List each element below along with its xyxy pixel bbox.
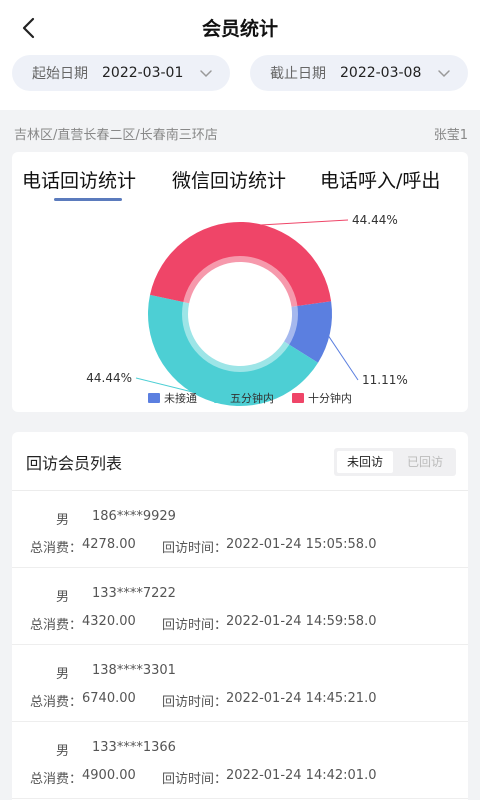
list-title: 回访会员列表 bbox=[26, 454, 123, 473]
chevron-down-icon bbox=[200, 70, 212, 78]
member-gender: 男 bbox=[56, 667, 70, 682]
legend-swatch bbox=[292, 393, 304, 403]
spend-value: 4278.00 bbox=[82, 537, 136, 552]
top-bar: 会员统计 起始日期 2022-03-01 截止日期 2022-03-08 bbox=[0, 0, 480, 110]
legend-label: 未接通 bbox=[164, 392, 197, 405]
member-gender: 男 bbox=[56, 744, 70, 759]
spend-label: 总消费： bbox=[30, 695, 83, 710]
visit-time-value: 2022-01-24 14:42:01.0 bbox=[226, 768, 377, 783]
visit-time-value: 2022-01-24 14:45:21.0 bbox=[226, 691, 377, 706]
member-list-card: 回访会员列表 未回访 已回访 男 186****9929 总消费： 4278.0… bbox=[12, 432, 468, 800]
data-label: 44.44% bbox=[352, 213, 398, 227]
store-info-row: 吉林区/直营长春二区/长春南三环店 张莹1 bbox=[0, 118, 480, 148]
visit-filter-toggle: 未回访 已回访 bbox=[334, 448, 456, 476]
table-row[interactable]: 男 133****7222 总消费： 4320.00 回访时间： 2022-01… bbox=[12, 568, 468, 645]
active-tab-indicator bbox=[54, 198, 122, 201]
visit-time-label: 回访时间： bbox=[162, 772, 228, 787]
donut-chart: 11.11% 44.44% 44.44% 未接通 五分钟内 十分钟内 bbox=[86, 213, 408, 406]
user-name: 张莹1 bbox=[433, 128, 468, 143]
table-row[interactable]: 男 133****1366 总消费： 4900.00 回访时间： 2022-01… bbox=[12, 722, 468, 799]
visit-time-label: 回访时间： bbox=[162, 541, 228, 556]
member-phone: 138****3301 bbox=[92, 663, 176, 678]
member-gender: 男 bbox=[56, 590, 70, 605]
end-date-picker[interactable]: 截止日期 2022-03-08 bbox=[250, 55, 468, 91]
start-date-value: 2022-03-01 bbox=[102, 65, 184, 81]
member-phone: 186****9929 bbox=[92, 509, 176, 524]
legend-label: 十分钟内 bbox=[308, 391, 352, 405]
visited-button[interactable]: 已回访 bbox=[397, 451, 453, 473]
breadcrumb: 吉林区/直营长春二区/长春南三环店 bbox=[14, 128, 218, 143]
chevron-down-icon bbox=[438, 70, 450, 78]
unvisited-button[interactable]: 未回访 bbox=[337, 451, 393, 473]
tab-wechat-visit[interactable]: 微信回访统计 bbox=[172, 166, 286, 193]
tab-phone-visit[interactable]: 电话回访统计 bbox=[22, 166, 136, 193]
spend-value: 4320.00 bbox=[82, 614, 136, 629]
end-date-label: 截止日期 bbox=[270, 66, 326, 82]
data-label: 11.11% bbox=[362, 373, 408, 387]
member-gender: 男 bbox=[56, 513, 70, 528]
leader-line bbox=[243, 219, 349, 227]
data-label: 44.44% bbox=[86, 371, 132, 385]
donut-hole bbox=[194, 268, 286, 360]
visit-time-label: 回访时间： bbox=[162, 618, 228, 633]
member-phone: 133****1366 bbox=[92, 740, 176, 755]
legend-swatch bbox=[214, 393, 226, 403]
spend-value: 4900.00 bbox=[82, 768, 136, 783]
legend-label: 五分钟内 bbox=[230, 391, 274, 405]
table-row[interactable]: 男 138****3301 总消费： 6740.00 回访时间： 2022-01… bbox=[12, 645, 468, 722]
page-title: 会员统计 bbox=[201, 18, 278, 40]
legend-swatch bbox=[148, 393, 160, 403]
spend-label: 总消费： bbox=[30, 618, 83, 633]
tab-phone-in-out[interactable]: 电话呼入/呼出 bbox=[320, 166, 440, 193]
visit-time-label: 回访时间： bbox=[162, 695, 228, 710]
start-date-picker[interactable]: 起始日期 2022-03-01 bbox=[12, 55, 230, 91]
visit-time-value: 2022-01-24 15:05:58.0 bbox=[226, 537, 377, 552]
leader-line bbox=[325, 332, 359, 381]
member-phone: 133****7222 bbox=[92, 586, 176, 601]
spend-label: 总消费： bbox=[30, 541, 83, 556]
statistics-card: 电话回访统计 微信回访统计 电话呼入/呼出 11.11% 44.44% 44.44%… bbox=[12, 152, 468, 412]
table-row[interactable]: 男 186****9929 总消费： 4278.00 回访时间： 2022-01… bbox=[12, 491, 468, 568]
visit-time-value: 2022-01-24 14:59:58.0 bbox=[226, 614, 377, 629]
spend-value: 6740.00 bbox=[82, 691, 136, 706]
end-date-value: 2022-03-08 bbox=[340, 65, 422, 81]
start-date-label: 起始日期 bbox=[32, 66, 88, 82]
spend-label: 总消费： bbox=[30, 772, 83, 787]
